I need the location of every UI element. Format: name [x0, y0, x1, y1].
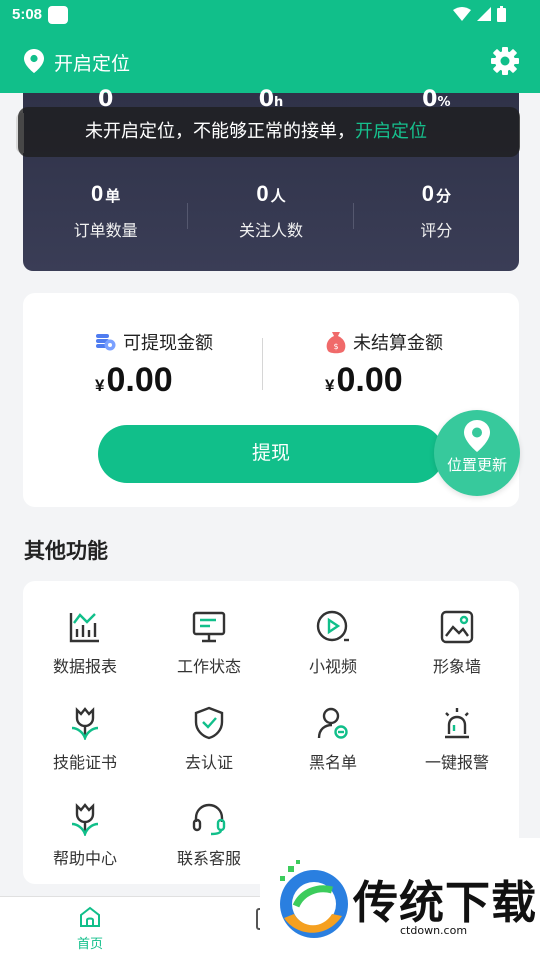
stat-followers[interactable]: 0人 关注人数: [188, 181, 354, 241]
withdraw-button[interactable]: 提现: [98, 425, 444, 483]
location-update-label: 位置更新: [446, 456, 507, 474]
watermark-url: ctdown.com: [400, 924, 468, 937]
battery-icon: [497, 6, 506, 22]
play-icon: [316, 610, 349, 642]
stat-orders-label: 订单数量: [73, 221, 138, 240]
stat-followers-value: 0: [256, 181, 269, 206]
stats-row: 0单 订单数量 0人 关注人数 0分 评分: [23, 181, 519, 241]
func-work-status[interactable]: 工作状态: [147, 607, 271, 677]
watermark-text: 传统下载: [353, 876, 538, 929]
monitor-icon: [192, 611, 226, 643]
divider: [262, 338, 263, 390]
stat-rating-label: 评分: [420, 221, 453, 240]
tulip-icon: [71, 803, 99, 836]
headset-icon: [192, 803, 226, 836]
func-help-center[interactable]: 帮助中心: [23, 799, 147, 869]
user-block-icon: [317, 707, 348, 739]
stat-followers-unit: 人: [270, 187, 286, 205]
withdrawable-label: 可提现金额: [123, 333, 213, 354]
shield-check-icon: [194, 706, 224, 740]
withdrawable-amount: 0.00: [106, 361, 173, 399]
chart-icon: [69, 613, 99, 643]
location-pin-icon[interactable]: [24, 49, 44, 73]
stat-orders-value: 0: [91, 181, 104, 206]
watermark-logo: [280, 860, 348, 938]
func-one-key-alarm[interactable]: 一键报警: [395, 703, 519, 773]
func-verify[interactable]: 去认证: [147, 703, 271, 773]
money-bag-icon: $: [326, 332, 346, 354]
func-image-wall[interactable]: 形象墙: [395, 607, 519, 677]
signal-icon: [477, 7, 491, 21]
stat-orders-unit: 单: [105, 187, 121, 205]
unsettled-label: 未结算金额: [353, 333, 443, 354]
nav-home[interactable]: 首页: [68, 905, 112, 952]
func-blacklist[interactable]: 黑名单: [271, 703, 395, 773]
currency-symbol: ¥: [325, 376, 335, 395]
stat-rating-unit: 分: [435, 187, 451, 205]
status-time: 5:08: [12, 6, 43, 23]
app-header: 5:08 开启定位: [0, 0, 540, 93]
alarm-icon: [445, 708, 469, 739]
stat-orders[interactable]: 0单 订单数量: [23, 181, 189, 241]
location-pin-icon: [464, 420, 490, 452]
notification-app-icon: [48, 6, 68, 24]
func-data-report[interactable]: 数据报表: [23, 607, 147, 677]
func-skill-certificate[interactable]: 技能证书: [23, 703, 147, 773]
location-toggle-label[interactable]: 开启定位: [54, 49, 130, 76]
toast-enable-location-link[interactable]: 开启定位: [355, 121, 427, 142]
stat-followers-label: 关注人数: [238, 221, 303, 240]
wifi-icon: [453, 7, 471, 21]
withdrawable-balance: 可提现金额 ¥0.00: [95, 329, 325, 400]
watermark: 传统下载 ctdown.com: [260, 838, 540, 960]
location-toast: 未开启定位，不能够正常的接单，开启定位: [18, 107, 520, 157]
gear-icon[interactable]: [490, 46, 520, 76]
currency-symbol: ¥: [95, 376, 105, 395]
unsettled-amount: 0.00: [336, 361, 403, 399]
status-bar: 5:08: [0, 0, 540, 30]
image-icon: [440, 610, 474, 644]
func-short-video[interactable]: 小视频: [271, 607, 395, 677]
functions-grid: 数据报表 工作状态 小视频 形象墙 技能证书 去认证 黑名单 一键报警 帮助中心…: [23, 607, 519, 869]
svg-text:$: $: [333, 342, 338, 351]
func-customer-service[interactable]: 联系客服: [147, 799, 271, 869]
home-icon: [80, 906, 100, 927]
tulip-icon: [71, 707, 99, 740]
coins-icon: [96, 334, 116, 351]
stat-rating[interactable]: 0分 评分: [354, 181, 519, 241]
toast-message: 未开启定位，不能够正常的接单，: [85, 121, 355, 142]
location-update-button[interactable]: 位置更新: [434, 410, 520, 496]
stat-rating-value: 0: [421, 181, 434, 206]
nav-home-label: 首页: [76, 937, 103, 952]
unsettled-balance: $ 未结算金额 ¥0.00: [325, 329, 540, 400]
section-title: 其他功能: [24, 539, 108, 563]
